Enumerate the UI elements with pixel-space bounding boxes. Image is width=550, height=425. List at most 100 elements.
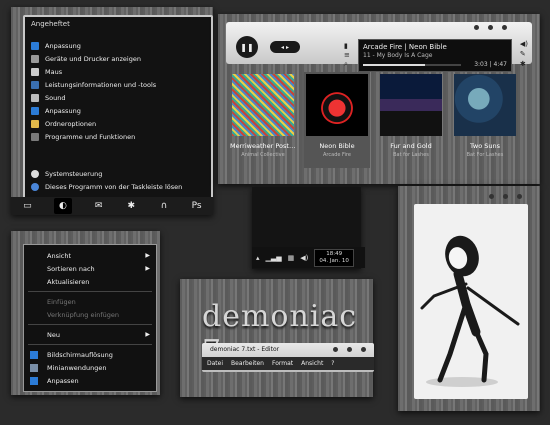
settings-icon[interactable]: ✱ xyxy=(125,200,137,212)
start-menu-item[interactable]: Maus xyxy=(31,65,207,78)
context-menu: Ansicht ▶ Sortieren nach ▶ Aktualisieren Einf… xyxy=(23,244,157,392)
seek-bar[interactable] xyxy=(363,64,461,66)
stick-figure-illustration xyxy=(420,235,520,387)
editor-menu-item[interactable]: ? xyxy=(331,360,334,367)
start-menu-list: Anpassung Geräte und Drucker anzeigen Maus… xyxy=(31,39,207,143)
mail-icon[interactable]: ✉ xyxy=(93,200,105,212)
context-menu-item[interactable]: Sortieren nach ▶ xyxy=(24,262,156,275)
context-menu-item[interactable]: Aktualisieren xyxy=(24,275,156,288)
context-menu-item[interactable]: Ansicht ▶ xyxy=(24,249,156,262)
start-menu-item-label: Programme und Funktionen xyxy=(45,132,136,141)
editor-menu-item[interactable]: Ansicht xyxy=(301,360,323,367)
close-button[interactable] xyxy=(502,25,507,30)
maximize-button[interactable] xyxy=(488,25,493,30)
gear-icon xyxy=(31,169,39,178)
start-menu-item-label: Anpassung xyxy=(45,41,81,50)
album-artist: Animal Collective xyxy=(241,152,285,158)
album-artist: Arcade Fire xyxy=(323,152,351,158)
album-cover xyxy=(380,74,442,136)
start-menu-item[interactable]: Leistungsinformationen und -tools xyxy=(31,78,207,91)
album-title: Neon Bible xyxy=(319,142,355,150)
pause-button[interactable]: ❚❚ xyxy=(236,36,258,58)
close-button[interactable] xyxy=(361,347,366,352)
notification-area-panel: ▴ ▁▃▅ ▦ ◀) 18:49 04. Jan. 10 xyxy=(252,187,365,269)
minimize-button[interactable] xyxy=(333,347,338,352)
clock[interactable]: 18:49 04. Jan. 10 xyxy=(314,248,354,267)
editor-menu-item[interactable]: Format xyxy=(272,360,293,367)
signal-icon[interactable]: ▁▃▅ xyxy=(266,254,282,262)
start-menu-item[interactable]: Ordneroptionen xyxy=(31,117,207,130)
volume-icon[interactable]: ◀) xyxy=(300,254,308,262)
context-menu-item: Einfügen xyxy=(24,295,156,308)
start-menu-item-label: Dieses Programm von der Taskleiste lösen xyxy=(45,182,183,191)
album-item[interactable]: Neon Bible Arcade Fire xyxy=(304,72,370,168)
clock-date: 04. Jan. 10 xyxy=(319,257,349,264)
context-menu-item[interactable]: Neu ▶ xyxy=(24,328,156,341)
album-item[interactable]: Merriweather Post Pa... Animal Collective xyxy=(230,72,296,168)
volume-icon[interactable]: ◀) xyxy=(520,39,528,49)
editor-menu-item[interactable]: Datei xyxy=(207,360,223,367)
editor-title: demoniac 7.txt - Editor xyxy=(210,346,280,353)
media-icon[interactable]: ◐ xyxy=(53,198,72,214)
now-playing-display: Arcade Fire | Neon Bible 11 - My Body Is… xyxy=(358,39,512,72)
album-title: Two Suns xyxy=(469,142,500,150)
list-icon[interactable]: ≡ xyxy=(344,51,350,60)
performance-icon xyxy=(31,80,39,89)
editor-window-controls xyxy=(333,347,366,352)
album-artist: Bat for Lashes xyxy=(393,152,429,158)
start-menu: Angeheftet Anpassung Geräte und Drucker a… xyxy=(11,7,213,215)
maximize-button[interactable] xyxy=(347,347,352,352)
headphones-icon[interactable]: ∩ xyxy=(158,200,170,212)
pen-icon[interactable]: ✎ xyxy=(520,49,528,59)
menu-separator xyxy=(28,291,152,292)
editor-menubar: Datei Bearbeiten Format Ansicht? xyxy=(202,357,374,370)
maximize-button[interactable] xyxy=(503,194,508,199)
window-controls xyxy=(474,25,507,30)
phone-icon[interactable]: ▮ xyxy=(344,42,350,51)
context-menu-item-label: Aktualisieren xyxy=(47,277,90,286)
track-title: Arcade Fire | Neon Bible xyxy=(363,43,447,51)
start-menu-item[interactable]: Programme und Funktionen xyxy=(31,130,207,143)
display-icon xyxy=(30,376,38,385)
start-menu-item[interactable]: Geräte und Drucker anzeigen xyxy=(31,52,207,65)
context-menu-item[interactable]: Bildschirmauflösung xyxy=(24,348,156,361)
album-cover xyxy=(232,74,294,136)
start-menu-item-label: Systemsteuerung xyxy=(45,169,103,178)
start-menu-item-label: Ordneroptionen xyxy=(45,119,97,128)
album-item[interactable]: Fur and Gold Bat for Lashes xyxy=(378,72,444,168)
minimize-button[interactable] xyxy=(474,25,479,30)
media-player: ❚❚ ◂ ▸ ▮ ≡ ⌕ Arcade Fire | Neon Bible 11… xyxy=(218,14,540,184)
speaker-icon xyxy=(31,93,39,102)
start-menu-item[interactable]: Anpassung xyxy=(31,104,207,117)
show-hidden-icons-icon[interactable]: ▴ xyxy=(256,254,260,262)
start-menu-item[interactable]: Sound xyxy=(31,91,207,104)
search-icon[interactable]: ⌕ xyxy=(344,60,350,69)
album-item[interactable]: Two Suns Bat For Lashes xyxy=(452,72,518,168)
context-menu-item-label: Neu xyxy=(47,330,60,339)
context-menu-item: Verknüpfung einfügen xyxy=(24,308,156,321)
display-icon xyxy=(30,350,38,359)
side-icons: ▮ ≡ ⌕ xyxy=(344,42,350,69)
context-menu-item[interactable]: Anpassen xyxy=(24,374,156,387)
start-menu-inner: Angeheftet Anpassung Geräte und Drucker a… xyxy=(23,15,213,199)
start-menu-bottom-item[interactable]: Dieses Programm von der Taskleiste lösen xyxy=(31,180,207,193)
start-menu-item-label: Anpassung xyxy=(45,106,81,115)
mouse-icon xyxy=(31,67,39,76)
right-icons: ◀) ✎ ✱ xyxy=(520,39,528,69)
skip-button[interactable]: ◂ ▸ xyxy=(270,41,300,53)
network-icon[interactable]: ▦ xyxy=(288,254,295,262)
start-menu-bottom-item[interactable]: Systemsteuerung xyxy=(31,167,207,180)
editor-menu-item[interactable]: Bearbeiten xyxy=(231,360,264,367)
gear-icon[interactable]: ✱ xyxy=(520,59,528,69)
figure-canvas xyxy=(414,194,528,399)
start-menu-title: Angeheftet xyxy=(31,20,70,28)
display-icon xyxy=(30,363,38,372)
computer-icon[interactable]: ▭ xyxy=(21,200,33,212)
start-menu-item[interactable]: Anpassung xyxy=(31,39,207,52)
minimize-button[interactable] xyxy=(489,194,494,199)
close-button[interactable] xyxy=(517,194,522,199)
context-menu-item[interactable]: Minianwendungen xyxy=(24,361,156,374)
album-cover xyxy=(306,74,368,136)
photoshop-icon[interactable]: Ps xyxy=(191,200,203,212)
editor-window: demoniac 7.txt - Editor Datei Bearbeiten F… xyxy=(202,343,374,372)
